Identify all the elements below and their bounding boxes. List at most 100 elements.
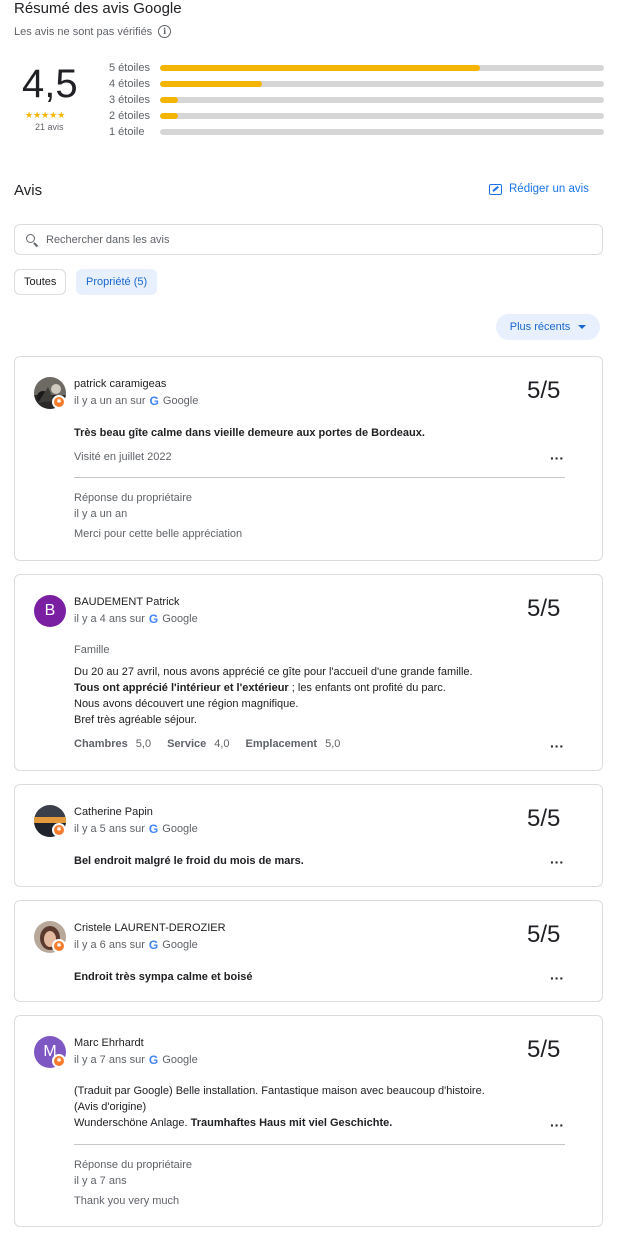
average-stars-icon: ★★★★★ — [25, 110, 66, 120]
bar-label: 5 étoiles — [109, 62, 150, 74]
bar-track — [160, 113, 604, 119]
filter-chip-property[interactable]: Propriété (5) — [76, 269, 158, 295]
bar-fill — [160, 113, 178, 119]
bar-track — [160, 129, 604, 135]
bar-fill — [160, 81, 263, 87]
local-guide-badge-icon: ✱ — [52, 395, 66, 409]
review-text-rest: ; les enfants ont profité du parc. — [288, 682, 446, 694]
google-g-icon: G — [149, 394, 159, 408]
sub-rating-value: 5,0 — [325, 738, 341, 750]
reviewer-name[interactable]: patrick caramigeas — [74, 378, 166, 390]
review-text-line: (Avis d'origine) — [74, 1101, 147, 1113]
review-highlight: Tous ont apprécié l'intérieur et l'extér… — [74, 682, 289, 694]
more-horiz-icon[interactable]: ··· — [550, 971, 564, 985]
reviewer-name[interactable]: Catherine Papin — [74, 806, 153, 818]
review-date: il y a 5 ans sur — [74, 823, 145, 835]
more-horiz-icon[interactable]: ··· — [550, 451, 564, 465]
review-card: B BAUDEMENT Patrick il y a 4 ans sur G G… — [14, 574, 603, 771]
owner-reply-text: Thank you very much — [74, 1195, 180, 1207]
review-source: Google — [162, 939, 198, 951]
rating-summary: 4,5 ★★★★★ 21 avis 5 étoiles 4 étoiles 3 … — [14, 58, 604, 138]
review-meta: il y a un an sur G Google — [74, 394, 198, 408]
google-g-icon: G — [148, 1053, 159, 1067]
reviewer-name[interactable]: Cristele LAURENT-DEROZIER — [74, 922, 226, 934]
sub-rating-label: Chambres — [74, 738, 128, 750]
review-text-line: Du 20 au 27 avril, nous avons apprécié c… — [74, 666, 473, 678]
caret-down-icon — [578, 325, 587, 329]
review-source: Google — [162, 395, 199, 407]
review-card: ✱ Cristele LAURENT-DEROZIER il y a 6 ans… — [14, 900, 603, 1002]
unverified-notice: Les avis ne sont pas vérifiés i — [14, 25, 172, 38]
bar-fill — [160, 97, 178, 103]
bar-row-1[interactable]: 1 étoile — [109, 124, 604, 140]
bar-label: 2 étoiles — [109, 110, 150, 122]
google-g-icon: G — [148, 938, 159, 952]
reviewer-name[interactable]: Marc Ehrhardt — [74, 1037, 144, 1049]
review-score: 5/5 — [527, 377, 561, 404]
search-box[interactable] — [14, 224, 603, 255]
sort-dropdown[interactable]: Plus récents — [496, 314, 600, 340]
owner-reply-date: il y a 7 ans — [74, 1175, 127, 1187]
bar-label: 1 étoile — [109, 126, 145, 138]
write-review-button[interactable]: Rédiger un avis — [489, 183, 589, 195]
avatar[interactable]: B — [34, 595, 66, 627]
reviews-title: Avis — [14, 182, 43, 199]
review-meta: il y a 6 ans sur G Google — [74, 938, 198, 952]
review-date: il y a 7 ans sur — [74, 1054, 145, 1066]
review-text: Endroit très sympa calme et boisé — [74, 971, 253, 983]
reviewer-name[interactable]: BAUDEMENT Patrick — [74, 596, 180, 608]
bar-fill — [160, 65, 480, 71]
review-score: 5/5 — [527, 921, 561, 948]
review-card: ✱ Catherine Papin il y a 5 ans sur G Goo… — [14, 784, 603, 887]
review-card: ✱ patrick caramigeas il y a un an sur G … — [14, 356, 603, 561]
sub-rating-value: 4,0 — [214, 738, 230, 750]
review-source: Google — [162, 823, 198, 835]
owner-reply-label: Réponse du propriétaire — [74, 1159, 193, 1171]
review-date: il y a 6 ans sur — [74, 939, 145, 951]
bar-track — [160, 81, 604, 87]
owner-reply-label: Réponse du propriétaire — [74, 492, 193, 504]
review-card: M ✱ Marc Ehrhardt il y a 7 ans sur G Goo… — [14, 1015, 603, 1227]
review-score: 5/5 — [527, 805, 561, 832]
more-horiz-icon[interactable]: ··· — [550, 855, 564, 869]
info-icon[interactable]: i — [158, 25, 172, 38]
review-text-line: Wunderschöne Anlage. Traumhaftes Haus mi… — [74, 1115, 392, 1131]
review-score: 5/5 — [527, 595, 561, 622]
sub-ratings: Chambres 5,0 Service 4,0 Emplacement 5,0 — [74, 738, 356, 750]
search-icon — [26, 233, 39, 247]
divider — [74, 477, 565, 478]
review-source: Google — [162, 613, 198, 625]
bar-row-3[interactable]: 3 étoiles — [109, 92, 604, 108]
local-guide-badge-icon: ✱ — [52, 1054, 66, 1068]
owner-reply-date: il y a un an — [74, 508, 128, 520]
sub-rating-label: Service — [167, 738, 207, 750]
sort-label: Plus récents — [509, 321, 571, 333]
average-score: 4,5 — [22, 62, 78, 106]
bar-track — [160, 65, 604, 71]
search-input[interactable] — [46, 233, 566, 246]
review-meta: il y a 5 ans sur G Google — [74, 822, 198, 836]
review-meta: il y a 4 ans sur G Google — [74, 612, 198, 626]
more-horiz-icon[interactable]: ··· — [550, 739, 564, 753]
review-score: 5/5 — [527, 1036, 561, 1063]
more-horiz-icon[interactable]: ··· — [550, 1118, 564, 1132]
bar-row-2[interactable]: 2 étoiles — [109, 108, 604, 124]
bar-track — [160, 97, 604, 103]
owner-reply-text: Merci pour cette belle appréciation — [74, 528, 243, 540]
review-date: il y a 4 ans sur — [74, 613, 145, 625]
rating-distribution: 5 étoiles 4 étoiles 3 étoiles 2 étoiles … — [109, 60, 604, 140]
bar-row-5[interactable]: 5 étoiles — [109, 60, 604, 76]
review-highlight: Traumhaftes Haus mit viel Geschichte. — [190, 1117, 393, 1129]
trip-type: Famille — [74, 644, 110, 656]
review-text-line: Bref très agréable séjour. — [74, 714, 197, 726]
bar-row-4[interactable]: 4 étoiles — [109, 76, 604, 92]
review-date: il y a un an sur — [74, 395, 146, 407]
review-text-line: (Traduit par Google) Belle installation.… — [74, 1085, 485, 1097]
review-text-line: Nous avons découvert une région magnifiq… — [74, 698, 299, 710]
bar-label: 4 étoiles — [109, 78, 150, 90]
filter-chip-all[interactable]: Toutes — [14, 269, 67, 295]
local-guide-badge-icon: ✱ — [52, 823, 66, 837]
review-text: Bel endroit malgré le froid du mois de m… — [74, 855, 304, 867]
unverified-text: Les avis ne sont pas vérifiés — [14, 25, 153, 38]
visited-date: Visité en juillet 2022 — [74, 451, 172, 463]
